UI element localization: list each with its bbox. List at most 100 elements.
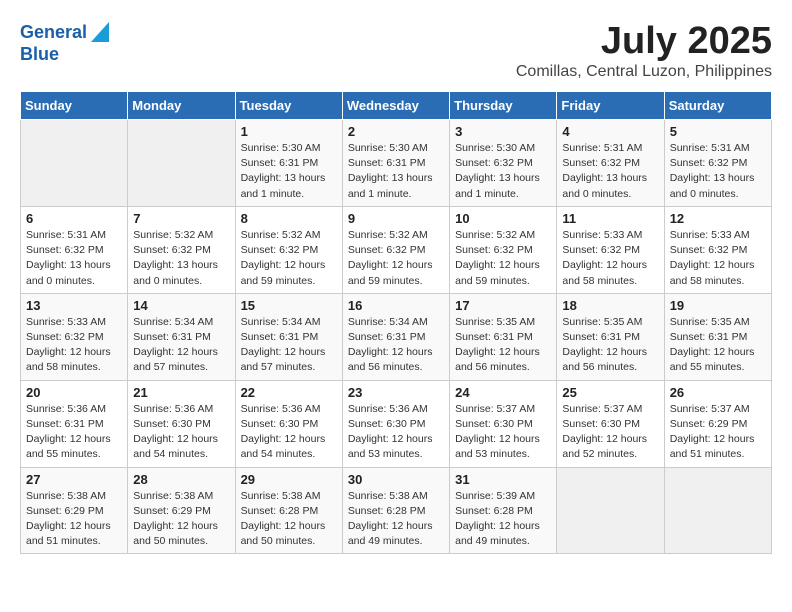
day-number: 13	[26, 298, 122, 313]
day-number: 12	[670, 211, 766, 226]
day-info: Sunrise: 5:35 AMSunset: 6:31 PMDaylight:…	[670, 315, 766, 376]
day-cell: 8 Sunrise: 5:32 AMSunset: 6:32 PMDaylight…	[235, 206, 342, 293]
day-info: Sunrise: 5:37 AMSunset: 6:30 PMDaylight:…	[455, 402, 551, 463]
day-header-wednesday: Wednesday	[342, 92, 449, 120]
day-cell: 14 Sunrise: 5:34 AMSunset: 6:31 PMDayligh…	[128, 293, 235, 380]
week-row-1: 1Sunrise: 5:30 AMSunset: 6:31 PMDaylight…	[21, 120, 772, 207]
day-cell: 5 Sunrise: 5:31 AMSunset: 6:32 PMDaylight…	[664, 120, 771, 207]
day-cell: 7 Sunrise: 5:32 AMSunset: 6:32 PMDaylight…	[128, 206, 235, 293]
day-number: 11	[562, 211, 658, 226]
logo-text-line1: General	[20, 23, 87, 43]
day-cell: 10 Sunrise: 5:32 AMSunset: 6:32 PMDayligh…	[450, 206, 557, 293]
day-cell: 21 Sunrise: 5:36 AMSunset: 6:30 PMDayligh…	[128, 380, 235, 467]
day-number: 5	[670, 124, 766, 139]
day-number: 28	[133, 472, 229, 487]
day-info: Sunrise: 5:31 AMSunset: 6:32 PMDaylight:…	[562, 141, 658, 202]
day-number: 8	[241, 211, 337, 226]
day-number: 6	[26, 211, 122, 226]
day-number: 26	[670, 385, 766, 400]
day-header-tuesday: Tuesday	[235, 92, 342, 120]
day-number: 24	[455, 385, 551, 400]
day-header-sunday: Sunday	[21, 92, 128, 120]
day-info: Sunrise: 5:33 AMSunset: 6:32 PMDaylight:…	[670, 228, 766, 289]
day-info: Sunrise: 5:34 AMSunset: 6:31 PMDaylight:…	[133, 315, 229, 376]
day-info: Sunrise: 5:32 AMSunset: 6:32 PMDaylight:…	[133, 228, 229, 289]
logo: General Blue	[20, 20, 109, 64]
day-info: Sunrise: 5:37 AMSunset: 6:30 PMDaylight:…	[562, 402, 658, 463]
day-cell: 17 Sunrise: 5:35 AMSunset: 6:31 PMDayligh…	[450, 293, 557, 380]
day-number: 31	[455, 472, 551, 487]
day-info: Sunrise: 5:35 AMSunset: 6:31 PMDaylight:…	[455, 315, 551, 376]
day-info: Sunrise: 5:32 AMSunset: 6:32 PMDaylight:…	[455, 228, 551, 289]
day-info: Sunrise: 5:33 AMSunset: 6:32 PMDaylight:…	[562, 228, 658, 289]
week-row-3: 13 Sunrise: 5:33 AMSunset: 6:32 PMDayligh…	[21, 293, 772, 380]
page-header: General Blue July 2025 Comillas, Central…	[20, 20, 772, 81]
day-cell: 27 Sunrise: 5:38 AMSunset: 6:29 PMDayligh…	[21, 467, 128, 554]
logo-text-line2: Blue	[20, 45, 59, 65]
day-info: Sunrise: 5:38 AMSunset: 6:28 PMDaylight:…	[241, 489, 337, 550]
day-info: Sunrise: 5:31 AMSunset: 6:32 PMDaylight:…	[670, 141, 766, 202]
day-info: Sunrise: 5:38 AMSunset: 6:29 PMDaylight:…	[26, 489, 122, 550]
day-number: 22	[241, 385, 337, 400]
day-cell: 15 Sunrise: 5:34 AMSunset: 6:31 PMDayligh…	[235, 293, 342, 380]
day-info: Sunrise: 5:36 AMSunset: 6:31 PMDaylight:…	[26, 402, 122, 463]
day-info: Sunrise: 5:37 AMSunset: 6:29 PMDaylight:…	[670, 402, 766, 463]
day-number: 18	[562, 298, 658, 313]
day-number: 4	[562, 124, 658, 139]
day-info: Sunrise: 5:32 AMSunset: 6:32 PMDaylight:…	[348, 228, 444, 289]
day-cell: 9Sunrise: 5:32 AMSunset: 6:32 PMDaylight…	[342, 206, 449, 293]
day-number: 20	[26, 385, 122, 400]
day-info: Sunrise: 5:36 AMSunset: 6:30 PMDaylight:…	[241, 402, 337, 463]
day-cell: 19 Sunrise: 5:35 AMSunset: 6:31 PMDayligh…	[664, 293, 771, 380]
day-cell: 1Sunrise: 5:30 AMSunset: 6:31 PMDaylight…	[235, 120, 342, 207]
day-info: Sunrise: 5:36 AMSunset: 6:30 PMDaylight:…	[133, 402, 229, 463]
days-header-row: SundayMondayTuesdayWednesdayThursdayFrid…	[21, 92, 772, 120]
day-info: Sunrise: 5:36 AMSunset: 6:30 PMDaylight:…	[348, 402, 444, 463]
day-cell: 6 Sunrise: 5:31 AMSunset: 6:32 PMDaylight…	[21, 206, 128, 293]
day-number: 7	[133, 211, 229, 226]
day-number: 25	[562, 385, 658, 400]
day-header-friday: Friday	[557, 92, 664, 120]
day-cell: 25 Sunrise: 5:37 AMSunset: 6:30 PMDayligh…	[557, 380, 664, 467]
day-info: Sunrise: 5:38 AMSunset: 6:29 PMDaylight:…	[133, 489, 229, 550]
day-header-saturday: Saturday	[664, 92, 771, 120]
day-info: Sunrise: 5:32 AMSunset: 6:32 PMDaylight:…	[241, 228, 337, 289]
day-cell: 20 Sunrise: 5:36 AMSunset: 6:31 PMDayligh…	[21, 380, 128, 467]
day-info: Sunrise: 5:30 AMSunset: 6:32 PMDaylight:…	[455, 141, 551, 202]
day-info: Sunrise: 5:33 AMSunset: 6:32 PMDaylight:…	[26, 315, 122, 376]
day-number: 14	[133, 298, 229, 313]
day-cell: 26 Sunrise: 5:37 AMSunset: 6:29 PMDayligh…	[664, 380, 771, 467]
day-number: 19	[670, 298, 766, 313]
day-cell	[21, 120, 128, 207]
day-number: 23	[348, 385, 444, 400]
calendar-table: SundayMondayTuesdayWednesdayThursdayFrid…	[20, 91, 772, 554]
logo-icon	[91, 22, 109, 42]
day-header-monday: Monday	[128, 92, 235, 120]
day-cell: 12 Sunrise: 5:33 AMSunset: 6:32 PMDayligh…	[664, 206, 771, 293]
day-number: 29	[241, 472, 337, 487]
day-number: 2	[348, 124, 444, 139]
day-info: Sunrise: 5:38 AMSunset: 6:28 PMDaylight:…	[348, 489, 444, 550]
day-number: 3	[455, 124, 551, 139]
day-number: 17	[455, 298, 551, 313]
day-cell: 11 Sunrise: 5:33 AMSunset: 6:32 PMDayligh…	[557, 206, 664, 293]
subtitle: Comillas, Central Luzon, Philippines	[516, 63, 772, 81]
day-cell: 2 Sunrise: 5:30 AMSunset: 6:31 PMDaylight…	[342, 120, 449, 207]
day-info: Sunrise: 5:34 AMSunset: 6:31 PMDaylight:…	[241, 315, 337, 376]
day-cell	[557, 467, 664, 554]
day-cell: 31Sunrise: 5:39 AMSunset: 6:28 PMDayligh…	[450, 467, 557, 554]
day-number: 30	[348, 472, 444, 487]
title-block: July 2025 Comillas, Central Luzon, Phili…	[516, 20, 772, 81]
day-number: 10	[455, 211, 551, 226]
week-row-5: 27 Sunrise: 5:38 AMSunset: 6:29 PMDayligh…	[21, 467, 772, 554]
day-cell: 22 Sunrise: 5:36 AMSunset: 6:30 PMDayligh…	[235, 380, 342, 467]
day-info: Sunrise: 5:30 AMSunset: 6:31 PMDaylight:…	[348, 141, 444, 202]
day-cell: 30 Sunrise: 5:38 AMSunset: 6:28 PMDayligh…	[342, 467, 449, 554]
day-info: Sunrise: 5:31 AMSunset: 6:32 PMDaylight:…	[26, 228, 122, 289]
day-number: 27	[26, 472, 122, 487]
day-number: 21	[133, 385, 229, 400]
day-cell	[128, 120, 235, 207]
week-row-4: 20 Sunrise: 5:36 AMSunset: 6:31 PMDayligh…	[21, 380, 772, 467]
day-number: 15	[241, 298, 337, 313]
day-cell: 28 Sunrise: 5:38 AMSunset: 6:29 PMDayligh…	[128, 467, 235, 554]
